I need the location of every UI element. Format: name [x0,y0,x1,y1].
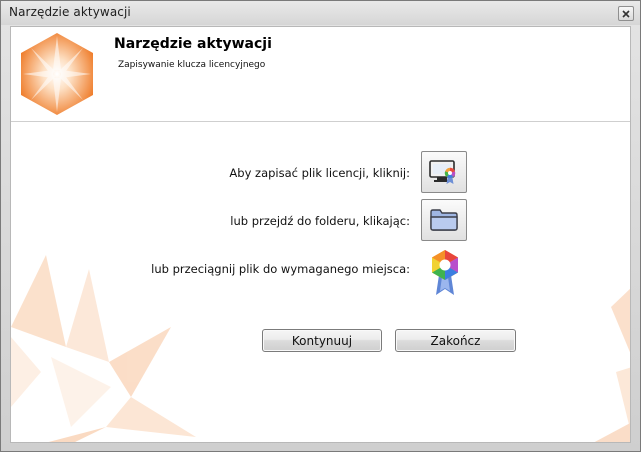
orange-hexagon-star-logo-icon [21,33,93,115]
folder-icon [430,209,458,231]
dialog-header: Narzędzie aktywacji Zapisywanie klucza l… [11,27,630,122]
header-subtitle: Zapisywanie klucza licencyjnego [118,60,266,70]
finish-button[interactable]: Zakończ [395,329,516,352]
open-folder-button[interactable] [421,199,467,241]
title-bar[interactable]: Narzędzie aktywacji [1,1,640,25]
close-button[interactable] [618,6,634,21]
save-license-prompt: Aby zapisać plik licencji, kliknij: [229,166,410,180]
save-license-button[interactable] [421,151,467,193]
drag-file-prompt: lub przeciągnij plik do wymaganego miejs… [151,262,410,276]
license-badge-icon[interactable] [429,249,461,297]
continue-button[interactable]: Kontynuuj [262,329,382,352]
header-title: Narzędzie aktywacji [114,36,272,52]
open-folder-prompt: lub przejdź do folderu, klikając: [230,214,410,228]
close-icon [622,9,630,18]
computer-with-certificate-icon [429,160,456,184]
window-title: Narzędzie aktywacji [9,5,131,19]
dialog-body: Narzędzie aktywacji Zapisywanie klucza l… [10,26,631,443]
activation-tool-window: Narzędzie aktywacji Narzędzie aktywacji … [0,0,641,452]
